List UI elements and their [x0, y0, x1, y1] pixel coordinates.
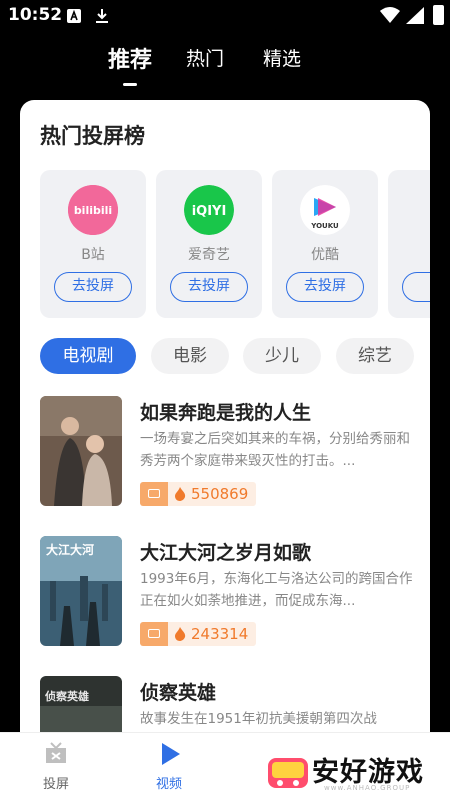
category-kids[interactable]: 少儿 [243, 338, 321, 374]
nav-label: 投屏 [42, 777, 69, 792]
flame-icon [175, 627, 186, 641]
notification-a-icon [67, 9, 81, 23]
tab-label: 精选 [263, 48, 302, 70]
section-title: 热门投屏榜 [40, 124, 145, 148]
cast-button[interactable]: 去投屏 [286, 272, 364, 302]
app-name: 爱奇艺 [188, 247, 230, 263]
category-variety[interactable]: 综艺 [336, 338, 414, 374]
battery-icon [433, 5, 444, 25]
tab-label: 推荐 [108, 48, 153, 73]
cast-button-partial[interactable] [402, 272, 430, 302]
heat-badge: 243314 [168, 622, 257, 646]
tab-recommend[interactable]: 推荐 [108, 42, 153, 86]
watermark-subtext: www.ANHAO.GROUP [324, 784, 411, 792]
watermark-logo-icon [268, 758, 308, 788]
heat-badge: 550869 [168, 482, 257, 506]
cast-button[interactable]: 去投屏 [54, 272, 132, 302]
cast-button[interactable]: 去投屏 [170, 272, 248, 302]
item-description: 1993年6月，东海化工与洛达公司的跨国合作正在如火如荼地推进，而促成东海... [140, 571, 413, 609]
item-title: 如果奔跑是我的人生 [140, 402, 312, 424]
status-bar: 10:52 [0, 0, 450, 32]
tv-icon [140, 622, 168, 646]
app-list: bilibili B站 去投屏 iQIYI 爱奇艺 去投屏 YOUKU 优酷 去… [40, 170, 430, 320]
item-description: 一场寿宴之后突如其来的车祸，分别给秀丽和秀芳两个家庭带来毁灭性的打击。... [140, 431, 410, 469]
list-item[interactable]: 如果奔跑是我的人生 一场寿宴之后突如其来的车祸，分别给秀丽和秀芳两个家庭带来毁灭… [40, 396, 420, 508]
poster-text: 大江大河 [46, 542, 94, 557]
app-logo-text: iQIYI [192, 204, 227, 219]
heat-value: 550869 [191, 485, 249, 503]
poster-image [40, 396, 122, 506]
nav-video[interactable]: 视频 [139, 741, 199, 792]
app-card-partial[interactable] [388, 170, 430, 318]
item-meta: 243314 [140, 622, 257, 646]
item-description: 故事发生在1951年初抗美援朝第四次战 [140, 711, 377, 727]
tab-underline [123, 83, 137, 86]
item-title: 大江大河之岁月如歌 [140, 542, 312, 564]
category-tabs: 电视剧 电影 少儿 综艺 [40, 338, 430, 378]
top-tabs: 推荐 热门 精选 [0, 42, 450, 86]
app-name: 优酷 [311, 247, 339, 263]
tab-featured[interactable]: 精选 [263, 44, 301, 71]
signal-icon [406, 7, 424, 24]
flame-icon [175, 487, 186, 501]
item-meta: 550869 [140, 482, 257, 506]
item-title: 侦察英雄 [140, 682, 217, 704]
app-card-youku[interactable]: YOUKU 优酷 去投屏 [272, 170, 378, 318]
tab-hot[interactable]: 热门 [186, 44, 224, 71]
cast-icon [46, 742, 66, 763]
watermark: 安好游戏 www.ANHAO.GROUP [266, 748, 450, 800]
status-time: 10:52 [8, 5, 63, 25]
tab-label: 热门 [186, 48, 225, 70]
list-item[interactable]: 大江大河 大江大河之岁月如歌 1993年6月，东海化工与洛达公司的跨国合作正在如… [40, 536, 420, 648]
main-card: 热门投屏榜 bilibili B站 去投屏 iQIYI 爱奇艺 去投屏 YOUK… [20, 100, 430, 760]
heat-value: 243314 [191, 625, 249, 643]
youku-logo-icon: YOUKU [300, 185, 350, 235]
tv-icon [140, 482, 168, 506]
category-tv[interactable]: 电视剧 [40, 338, 136, 374]
app-logo-text: bilibili [74, 204, 112, 217]
play-icon [162, 743, 180, 765]
poster-image: 大江大河 [40, 536, 122, 646]
app-logo-text: YOUKU [310, 222, 339, 230]
bilibili-logo-icon: bilibili [68, 185, 118, 235]
app-card-bilibili[interactable]: bilibili B站 去投屏 [40, 170, 146, 318]
iqiyi-logo-icon: iQIYI [184, 185, 234, 235]
app-name: B站 [81, 247, 105, 263]
nav-label: 视频 [155, 777, 182, 792]
category-movie[interactable]: 电影 [151, 338, 229, 374]
app-card-iqiyi[interactable]: iQIYI 爱奇艺 去投屏 [156, 170, 262, 318]
download-icon [96, 9, 108, 23]
poster-text: 侦察英雄 [44, 689, 89, 703]
wifi-icon [380, 7, 400, 23]
nav-cast[interactable]: 投屏 [26, 741, 86, 792]
